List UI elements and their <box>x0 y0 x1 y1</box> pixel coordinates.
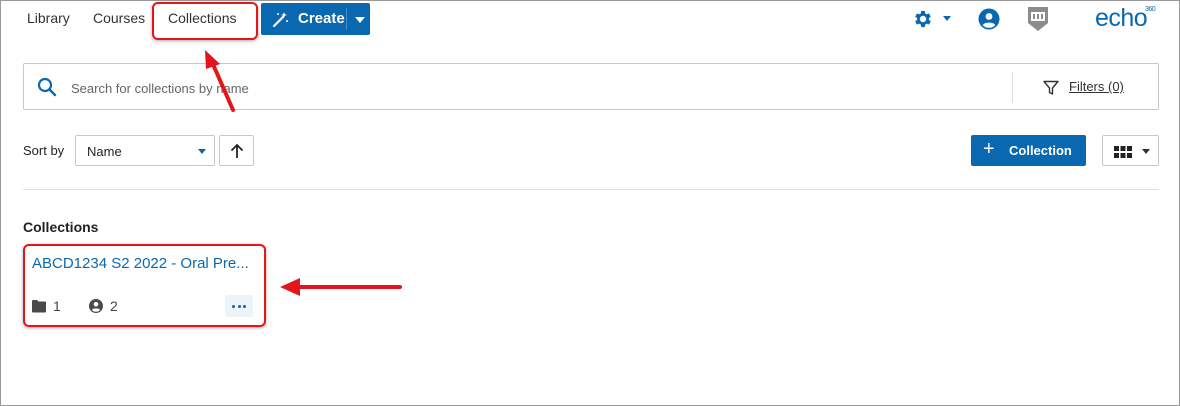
wand-icon <box>272 12 288 28</box>
search-icon <box>37 77 57 97</box>
gear-icon[interactable] <box>912 8 934 30</box>
nav-courses[interactable]: Courses <box>93 10 145 26</box>
chevron-down-icon <box>198 149 206 154</box>
logo-sup: 360 <box>1145 6 1156 13</box>
create-separator <box>346 8 347 30</box>
plus-icon: + <box>983 138 995 160</box>
search-bar: Filters (0) <box>23 63 1159 110</box>
user-icon[interactable] <box>978 8 1000 30</box>
chevron-down-icon <box>355 17 365 23</box>
search-input[interactable] <box>71 78 671 98</box>
sort-up-icon <box>230 143 244 158</box>
create-label: Create <box>298 10 345 27</box>
section-title: Collections <box>23 219 99 235</box>
create-button[interactable]: Create <box>261 3 370 35</box>
annotation-arrow-left-icon <box>280 278 402 296</box>
chevron-down-icon <box>1142 149 1150 154</box>
filter-icon[interactable] <box>1043 80 1059 96</box>
view-toggle-button[interactable] <box>1102 135 1159 166</box>
nav-library[interactable]: Library <box>27 10 70 26</box>
add-collection-label: Collection <box>1009 143 1072 158</box>
sort-label: Sort by <box>23 143 65 158</box>
add-collection-button[interactable]: + Collection <box>971 135 1086 166</box>
annotation-highlight-collections-tab <box>152 2 258 40</box>
annotation-arrow-up-icon <box>205 50 235 112</box>
badge-icon[interactable] <box>1026 5 1050 33</box>
logo-text: echo <box>1095 4 1148 32</box>
sort-select[interactable]: Name <box>75 135 215 166</box>
divider <box>23 189 1159 190</box>
echo360-logo: echo 360 <box>1095 4 1156 33</box>
settings-chevron-down-icon[interactable] <box>943 16 951 21</box>
filters-link[interactable]: Filters (0) <box>1069 79 1124 94</box>
sort-selected-value: Name <box>87 144 122 159</box>
sort-direction-button[interactable] <box>219 135 254 166</box>
grid-view-icon <box>1114 146 1132 158</box>
annotation-highlight-collection-card <box>23 244 266 327</box>
page-frame <box>0 0 1180 406</box>
filter-separator <box>1012 72 1013 103</box>
